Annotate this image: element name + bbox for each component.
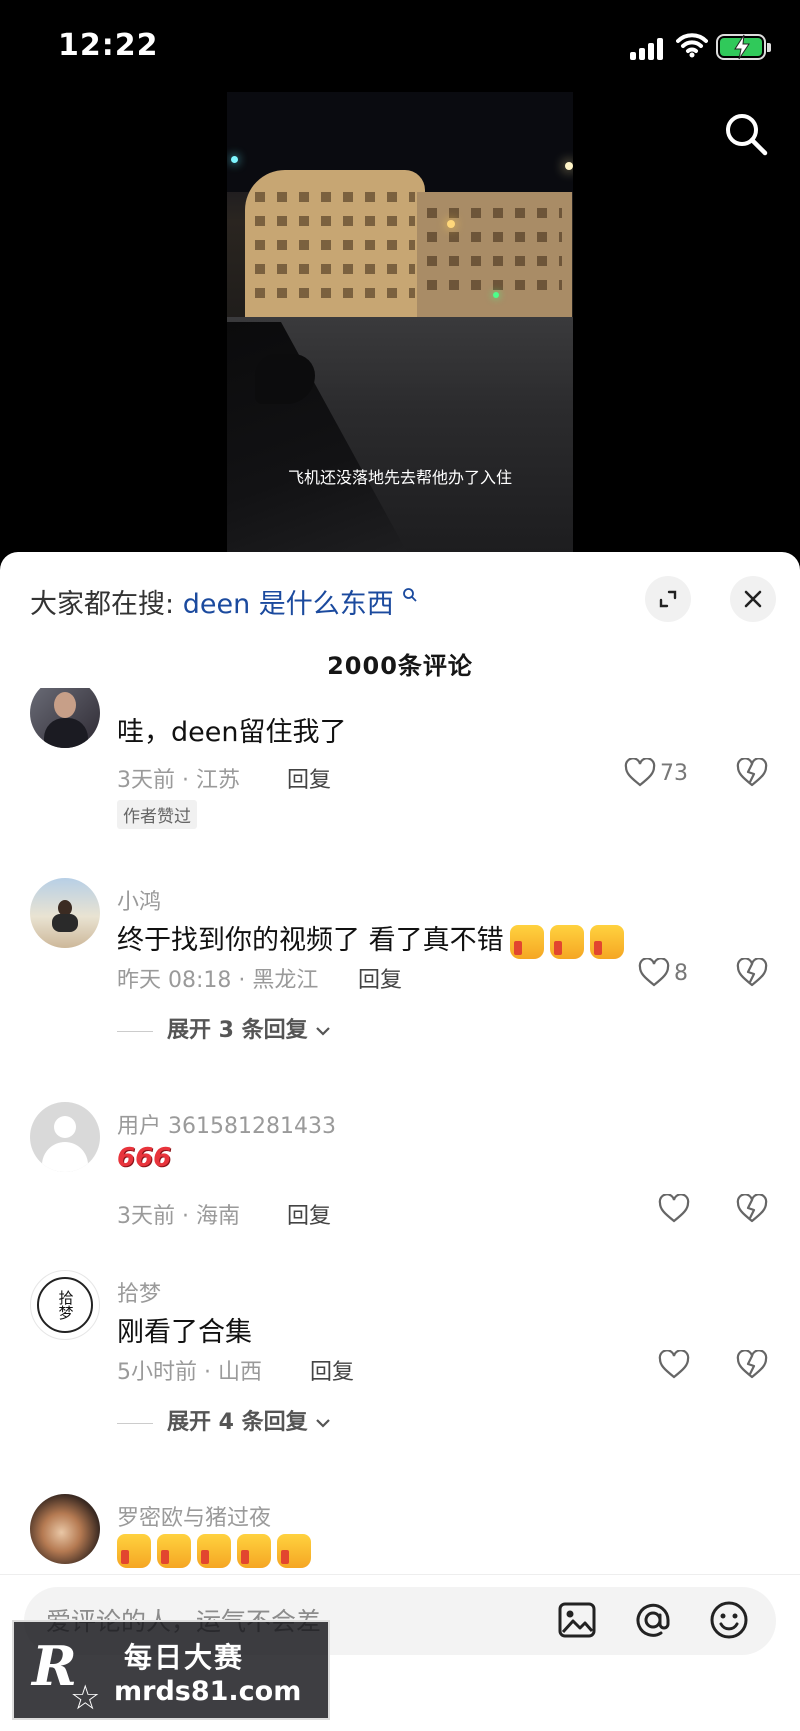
- comment-text: 666: [117, 1142, 171, 1173]
- close-icon: [744, 590, 762, 608]
- video-subtitle: 飞机还没落地先去帮他办了入住: [287, 468, 512, 487]
- chevron-down-icon: [316, 1419, 331, 1428]
- search-suggestion-prefix: 大家都在搜:: [30, 589, 175, 620]
- expand-replies-label: 展开 3 条回复: [167, 1018, 308, 1043]
- image-button[interactable]: [556, 1599, 598, 1641]
- comment-text: [117, 1534, 311, 1568]
- thumbs-up-emoji: [157, 1534, 191, 1568]
- star-icon: ☆: [70, 1678, 101, 1718]
- comment-list[interactable]: 哇，deen留住我了 3天前 · 江苏 回复 73 作者赞过 小鸿 终于找到你的…: [0, 688, 800, 1720]
- like-button[interactable]: 8: [638, 958, 688, 988]
- expand-replies-button[interactable]: 展开 3 条回复: [117, 1012, 331, 1044]
- status-time: 12:22: [58, 28, 159, 63]
- at-icon: [636, 1603, 670, 1637]
- dislike-button[interactable]: [736, 1193, 768, 1228]
- heart-icon: [658, 1350, 690, 1379]
- broken-heart-icon: [736, 1349, 768, 1379]
- mention-button[interactable]: [632, 1599, 674, 1641]
- expand-replies-label: 展开 4 条回复: [167, 1410, 308, 1435]
- status-bar: 12:22: [0, 0, 800, 92]
- expand-icon: [659, 590, 677, 608]
- avatar[interactable]: [30, 688, 100, 748]
- cellular-signal-icon: [630, 36, 666, 60]
- thumbs-up-emoji: [589, 924, 624, 959]
- username[interactable]: 罗密欧与猪过夜: [117, 1500, 271, 1532]
- expand-replies-button[interactable]: 展开 4 条回复: [117, 1404, 331, 1436]
- reply-button[interactable]: 回复: [358, 962, 402, 994]
- emoji-666: 666: [117, 1143, 172, 1173]
- comment-meta: 5小时前 · 山西: [117, 1360, 262, 1385]
- avatar[interactable]: 拾梦: [30, 1270, 100, 1340]
- search-suggestion-keyword[interactable]: deen 是什么东西: [183, 589, 394, 620]
- search-icon: [726, 114, 768, 156]
- heart-icon: [658, 1194, 690, 1223]
- heart-icon: [638, 958, 670, 987]
- battery-icon: [716, 34, 771, 60]
- thumbs-up-emoji: [197, 1534, 231, 1568]
- comment-meta: 3天前 · 江苏: [117, 768, 240, 793]
- heart-icon: [624, 758, 656, 787]
- thumbs-up-emoji: [117, 1534, 151, 1568]
- username[interactable]: 用户 361581281433: [117, 1108, 336, 1140]
- username[interactable]: 拾梦: [117, 1276, 161, 1308]
- comment-count: 2000条评论: [327, 652, 473, 680]
- thumbs-up-emoji: [277, 1534, 311, 1568]
- chevron-down-icon: [316, 1027, 331, 1036]
- video-frame: 飞机还没落地先去帮他办了入住: [227, 92, 573, 552]
- comment-text: 刚看了合集: [117, 1317, 252, 1348]
- search-suggestion[interactable]: 大家都在搜: deen 是什么东西: [30, 582, 418, 621]
- like-button[interactable]: [658, 1350, 690, 1380]
- dislike-button[interactable]: [736, 957, 768, 992]
- avatar[interactable]: [30, 878, 100, 948]
- author-liked-tag: 作者赞过: [117, 800, 197, 829]
- broken-heart-icon: [736, 957, 768, 987]
- thumbs-up-emoji: [509, 924, 544, 959]
- thumbs-up-emoji: [549, 924, 584, 959]
- emoji-button[interactable]: [708, 1599, 750, 1641]
- dislike-button[interactable]: [736, 757, 768, 792]
- like-button[interactable]: [658, 1194, 690, 1224]
- video-player[interactable]: 飞机还没落地先去帮他办了入住: [0, 92, 800, 552]
- dislike-button[interactable]: [736, 1349, 768, 1384]
- broken-heart-icon: [736, 1193, 768, 1223]
- expand-button[interactable]: [645, 576, 691, 622]
- avatar[interactable]: [30, 1494, 100, 1564]
- like-count: 73: [660, 760, 688, 786]
- reply-button[interactable]: 回复: [287, 762, 331, 794]
- reply-button[interactable]: 回复: [287, 1198, 331, 1230]
- like-button[interactable]: 73: [624, 758, 688, 788]
- avatar[interactable]: [30, 1102, 100, 1172]
- wifi-icon: [676, 32, 708, 62]
- thumbs-up-emoji: [237, 1534, 271, 1568]
- emoji-icon: [710, 1601, 748, 1639]
- search-button[interactable]: [722, 110, 770, 158]
- comment-text-content: 终于找到你的视频了 看了真不错: [117, 925, 504, 956]
- comment-meta: 昨天 08:18 · 黑龙江: [117, 968, 319, 993]
- search-small-icon: [403, 588, 417, 602]
- watermark: R ☆ 每日大赛 mrds81.com: [12, 1620, 330, 1720]
- image-icon: [558, 1602, 596, 1638]
- reply-button[interactable]: 回复: [310, 1354, 354, 1386]
- username[interactable]: 小鸿: [117, 884, 161, 916]
- broken-heart-icon: [736, 757, 768, 787]
- comment-text: 终于找到你的视频了 看了真不错: [117, 918, 624, 959]
- comment-sheet: 大家都在搜: deen 是什么东西 2000条评论 哇，deen留住我了 3天前…: [0, 552, 800, 1731]
- watermark-title: 每日大赛: [124, 1641, 245, 1674]
- like-count: 8: [674, 960, 688, 986]
- watermark-domain: mrds81.com: [114, 1676, 302, 1707]
- close-button[interactable]: [730, 576, 776, 622]
- comment-text: 哇，deen留住我了: [117, 717, 347, 748]
- comment-meta: 3天前 · 海南: [117, 1204, 240, 1229]
